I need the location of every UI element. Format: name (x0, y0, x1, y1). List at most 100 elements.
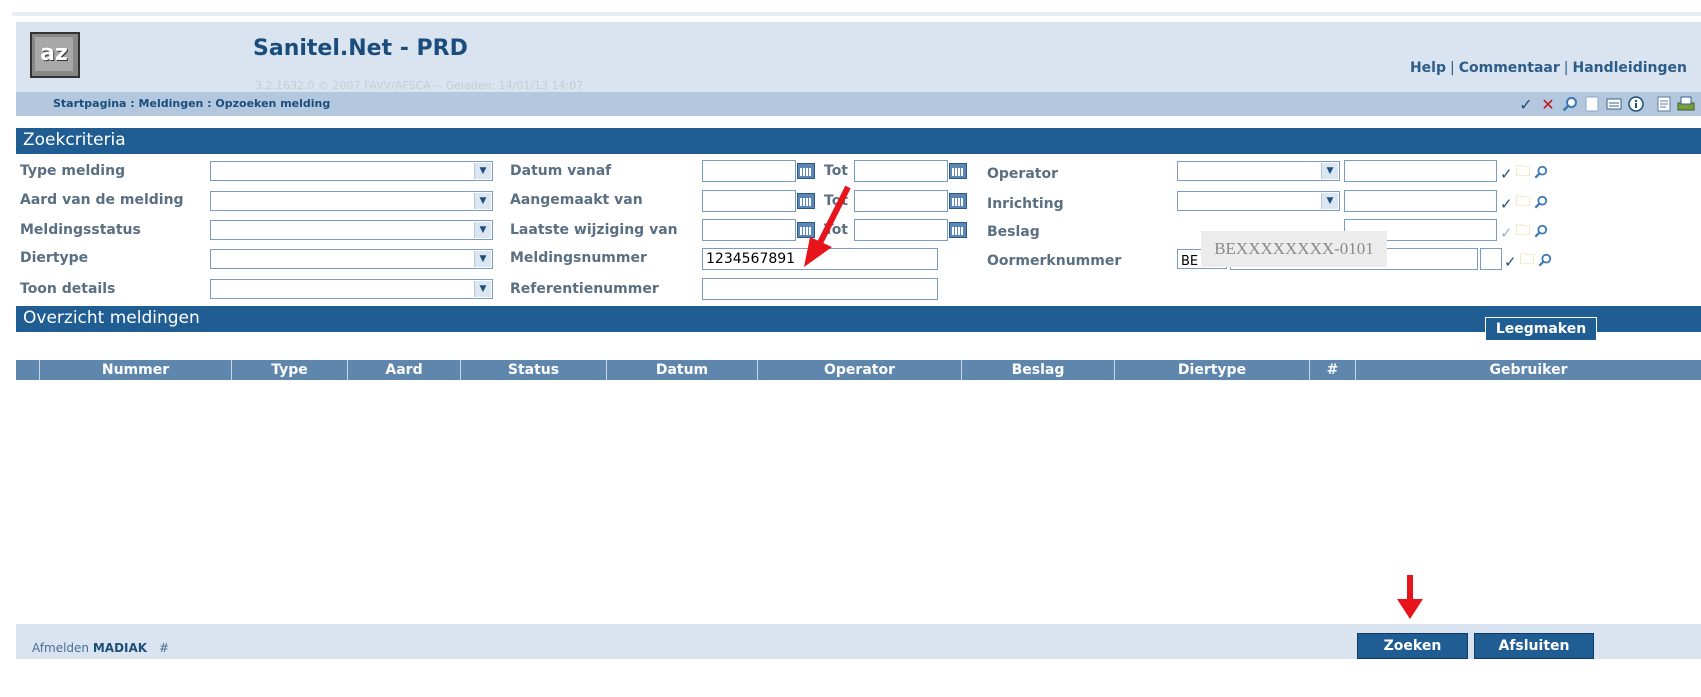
aard-select[interactable]: ▼ (210, 191, 493, 211)
aangemaakt-from-input[interactable] (702, 190, 796, 212)
calendar-icon[interactable] (797, 163, 815, 179)
search-icon[interactable] (1538, 253, 1552, 271)
folder-icon[interactable]: 🗀 (1516, 191, 1531, 216)
app-version: 3.2.1632.0 © 2007 FAVV/AFSCA -- Geladen:… (255, 79, 584, 92)
calendar-icon[interactable] (949, 222, 967, 238)
logout-area: Afmelden MADIAK # (32, 641, 169, 655)
app-frame: az Sanitel.Net - PRD 3.2.1632.0 © 2007 F… (12, 12, 1701, 697)
column-header[interactable]: # (1310, 360, 1356, 380)
breadcrumb-bar: Startpagina : Meldingen : Opzoeken meldi… (16, 92, 1701, 116)
laatste-wijziging-to-input[interactable] (854, 219, 948, 241)
column-header-select[interactable] (16, 360, 40, 380)
oormerk-actions: ✓ 🗀 (1504, 249, 1552, 274)
search-button[interactable]: Zoeken (1357, 633, 1468, 659)
diertype-select[interactable]: ▼ (210, 249, 493, 269)
hash-link[interactable]: # (159, 641, 169, 655)
toon-details-select[interactable]: ▼ (210, 279, 493, 299)
chevron-down-icon[interactable]: ▼ (474, 222, 491, 238)
referentienummer-label: Referentienummer (510, 281, 659, 297)
chevron-down-icon[interactable]: ▼ (1321, 193, 1338, 209)
folder-icon[interactable]: 🗀 (1516, 220, 1531, 245)
help-link[interactable]: Help (1410, 60, 1446, 76)
chevron-down-icon[interactable]: ▼ (474, 251, 491, 267)
section-title: Zoekcriteria (23, 130, 126, 150)
aangemaakt-label: Aangemaakt van (510, 192, 643, 208)
aard-label: Aard van de melding (20, 192, 184, 208)
document-icon[interactable] (1655, 95, 1673, 113)
clear-button[interactable]: Leegmaken (1485, 317, 1597, 341)
type-melding-select[interactable]: ▼ (210, 161, 493, 181)
info-icon[interactable] (1627, 95, 1645, 113)
oormerk-label: Oormerknummer (987, 253, 1122, 269)
chevron-down-icon[interactable]: ▼ (474, 163, 491, 179)
app-title: Sanitel.Net - PRD (253, 36, 468, 61)
aangemaakt-to-input[interactable] (854, 190, 948, 212)
search-icon[interactable] (1534, 224, 1548, 242)
diertype-label: Diertype (20, 250, 89, 266)
inrichting-select[interactable]: ▼ (1177, 191, 1340, 211)
delete-icon[interactable]: ✕ (1539, 95, 1557, 114)
column-header[interactable]: Status (461, 360, 607, 380)
column-header[interactable]: Beslag (962, 360, 1115, 380)
referentienummer-input[interactable] (702, 278, 938, 300)
form-icon[interactable] (1605, 95, 1623, 113)
column-header[interactable]: Nummer (40, 360, 232, 380)
breadcrumb[interactable]: Startpagina : Meldingen : Opzoeken meldi… (53, 97, 330, 110)
comment-link[interactable]: Commentaar (1459, 60, 1560, 76)
check-icon[interactable]: ✓ (1500, 165, 1513, 183)
chevron-down-icon[interactable]: ▼ (1321, 163, 1338, 179)
inrichting-actions: ✓ 🗀 (1500, 191, 1548, 216)
search-icon[interactable] (1534, 195, 1548, 213)
operator-select[interactable]: ▼ (1177, 161, 1340, 181)
oormerk-check-input[interactable] (1480, 248, 1502, 270)
inrichting-input[interactable] (1344, 190, 1497, 212)
check-icon[interactable]: ✓ (1500, 195, 1513, 213)
operator-label: Operator (987, 166, 1058, 182)
column-header[interactable]: Type (232, 360, 348, 380)
annotation-arrow-icon (1397, 575, 1423, 619)
check-icon[interactable]: ✓ (1500, 224, 1513, 242)
app-logo: az (30, 32, 80, 78)
meldingsnummer-label: Meldingsnummer (510, 250, 647, 266)
check-icon[interactable]: ✓ (1517, 95, 1535, 114)
status-label: Meldingsstatus (20, 222, 141, 238)
annotation-arrow-icon (804, 185, 851, 267)
print-icon[interactable] (1677, 95, 1695, 113)
calendar-icon[interactable] (949, 163, 967, 179)
type-melding-label: Type melding (20, 163, 126, 179)
check-icon[interactable]: ✓ (1504, 253, 1517, 271)
laatste-wijziging-from-input[interactable] (702, 219, 796, 241)
search-criteria-header: Zoekcriteria (16, 128, 1701, 154)
chevron-down-icon[interactable]: ▼ (474, 281, 491, 297)
chevron-down-icon[interactable]: ▼ (474, 193, 491, 209)
datum-vanaf-to-input[interactable] (854, 160, 948, 182)
link-separator: | (1450, 60, 1455, 76)
overview-header: Overzicht meldingen (16, 306, 1701, 332)
column-header[interactable]: Aard (348, 360, 461, 380)
search-icon[interactable] (1561, 95, 1579, 113)
search-icon[interactable] (1534, 165, 1548, 183)
logo-text: az (35, 37, 73, 71)
beslag-actions: ✓ 🗀 (1500, 220, 1548, 245)
column-header[interactable]: Operator (758, 360, 962, 380)
inrichting-label: Inrichting (987, 196, 1064, 212)
logout-link[interactable]: Afmelden (32, 641, 89, 655)
status-select[interactable]: ▼ (210, 220, 493, 240)
close-button[interactable]: Afsluiten (1474, 633, 1594, 659)
column-header[interactable]: Diertype (1115, 360, 1310, 380)
folder-icon[interactable]: 🗀 (1520, 249, 1535, 274)
results-table-header: Nummer Type Aard Status Datum Operator B… (16, 360, 1701, 380)
section-title: Overzicht meldingen (23, 308, 200, 328)
new-document-icon[interactable] (1583, 95, 1601, 113)
tot-label: Tot (824, 163, 849, 179)
toon-details-label: Toon details (20, 281, 116, 297)
operator-input[interactable] (1344, 160, 1497, 182)
manuals-link[interactable]: Handleidingen (1572, 60, 1687, 76)
calendar-icon[interactable] (949, 193, 967, 209)
column-header[interactable]: Datum (607, 360, 758, 380)
column-header[interactable]: Gebruiker (1356, 360, 1701, 380)
datum-vanaf-label: Datum vanaf (510, 163, 612, 179)
datum-vanaf-from-input[interactable] (702, 160, 796, 182)
folder-icon[interactable]: 🗀 (1516, 161, 1531, 186)
footer: Afmelden MADIAK # Zoeken Afsluiten (16, 624, 1701, 659)
